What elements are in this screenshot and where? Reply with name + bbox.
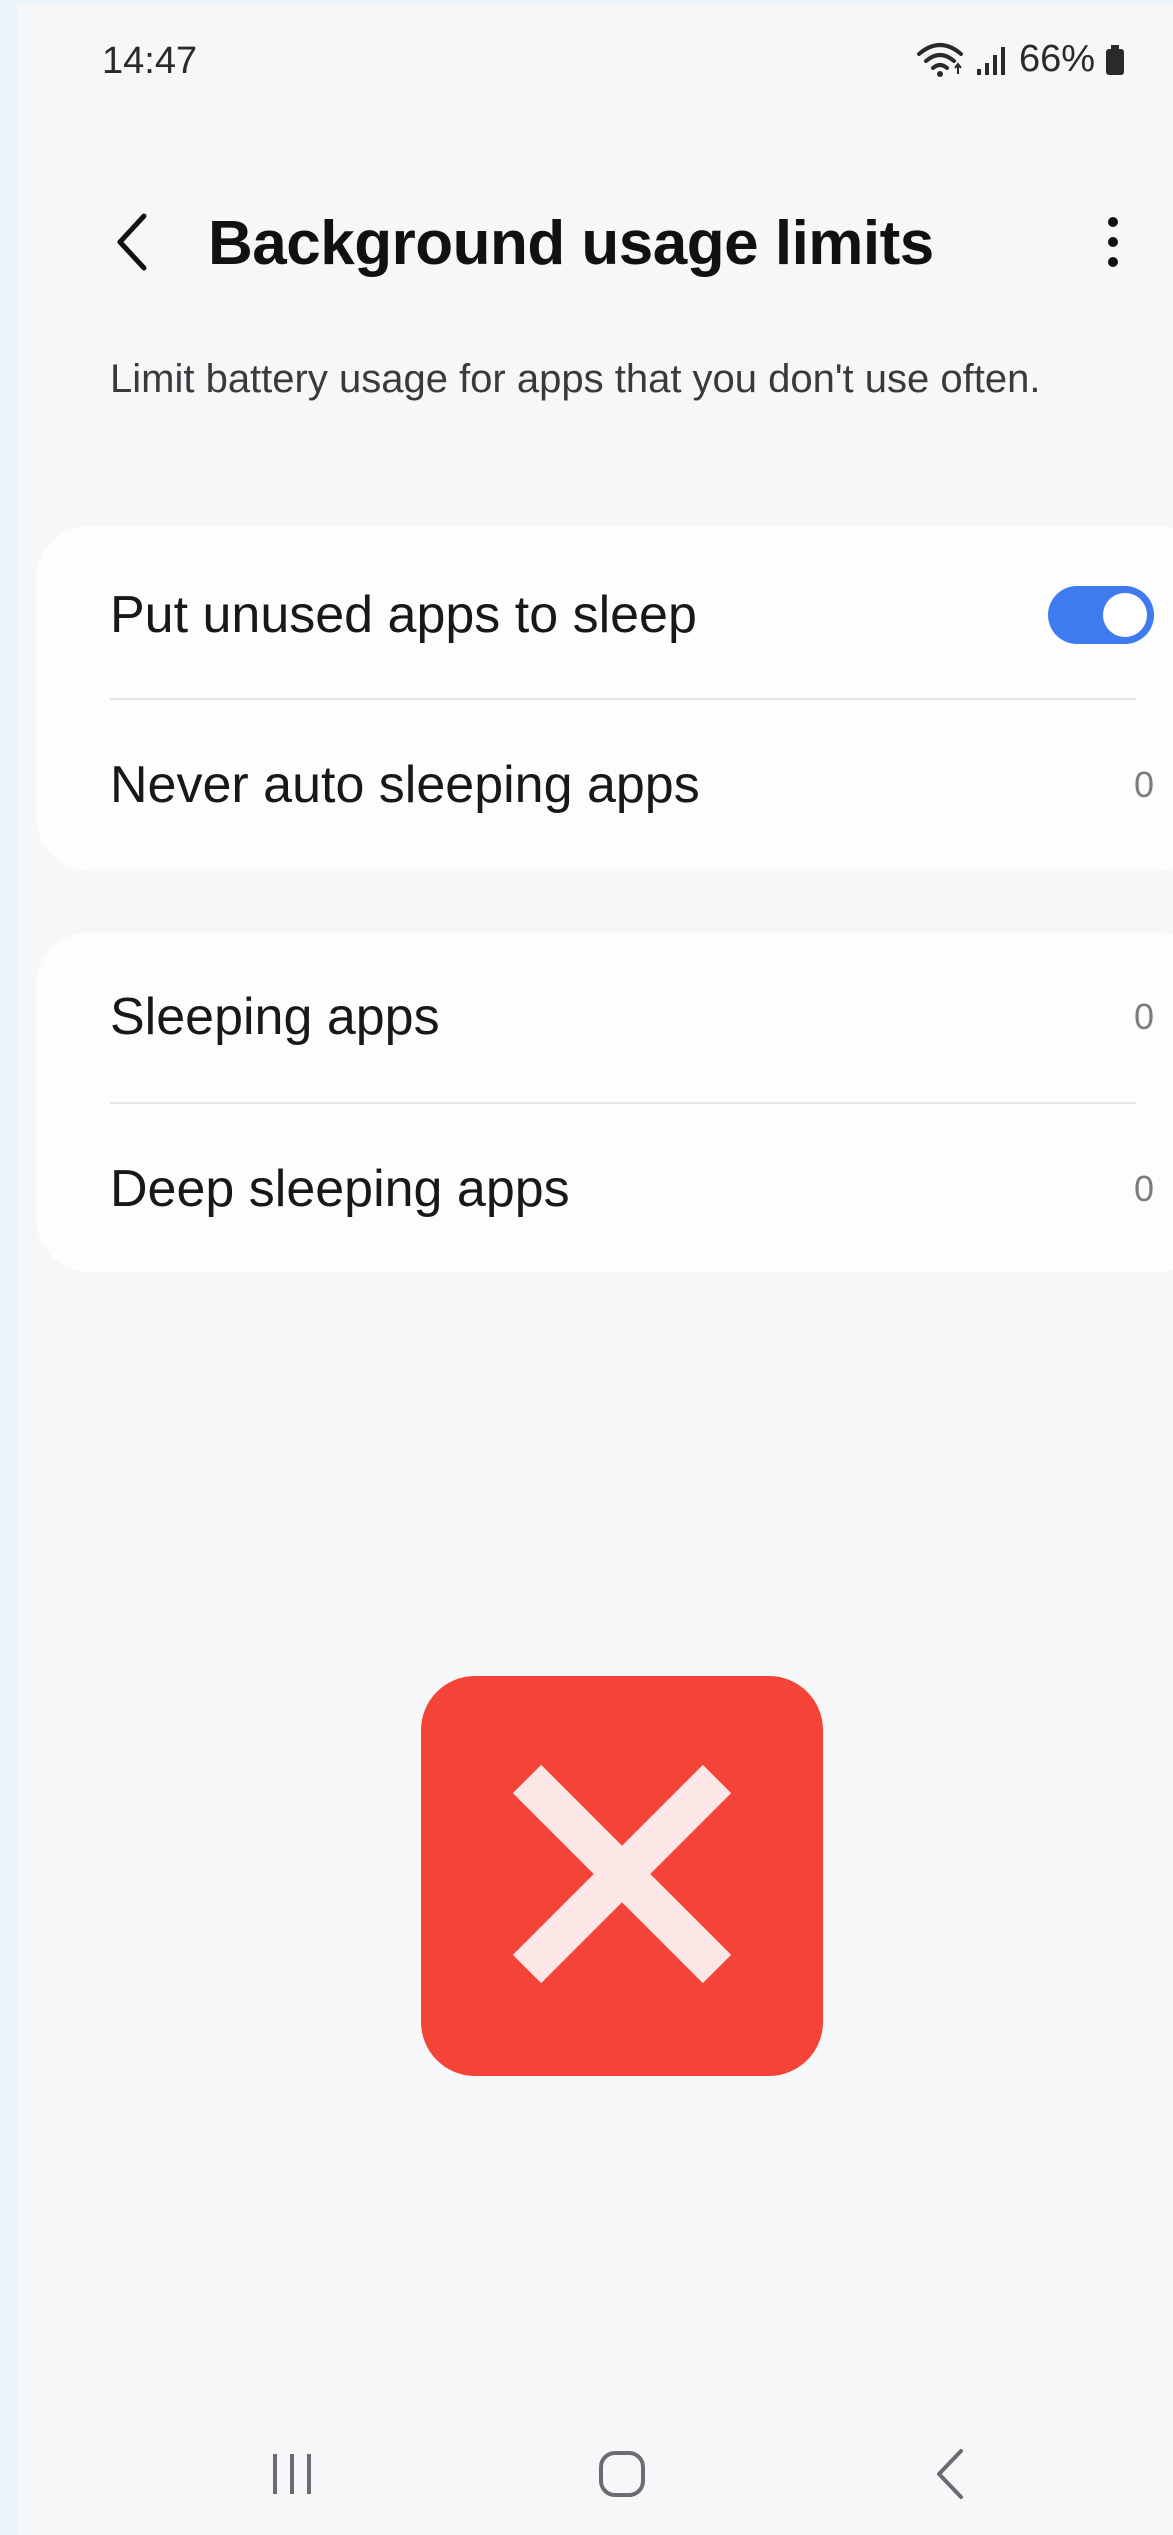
row-label: Put unused apps to sleep bbox=[110, 586, 697, 644]
back-icon bbox=[935, 2448, 965, 2505]
back-button[interactable] bbox=[104, 204, 160, 284]
battery-icon bbox=[1105, 44, 1125, 75]
settings-card-sleeping: Sleeping apps 0 Deep sleeping apps 0 bbox=[36, 932, 1173, 1272]
home-button[interactable] bbox=[562, 2436, 682, 2516]
row-count: 0 bbox=[1133, 764, 1154, 805]
row-label: Sleeping apps bbox=[110, 988, 440, 1046]
never-auto-sleeping-apps-row[interactable]: Never auto sleeping apps 0 bbox=[110, 700, 1154, 870]
page-description: Limit battery usage for apps that you do… bbox=[110, 357, 1041, 401]
error-badge bbox=[421, 1676, 823, 2076]
signal-icon bbox=[975, 45, 1009, 75]
status-time: 14:47 bbox=[102, 40, 198, 82]
more-vertical-icon bbox=[1107, 216, 1119, 273]
page-title: Background usage limits bbox=[208, 209, 934, 278]
toggle-knob bbox=[1103, 593, 1147, 637]
battery-percent: 66% bbox=[1018, 38, 1095, 80]
screen: 14:47 66% Background usage limits Limit … bbox=[0, 0, 1173, 2535]
row-count: 0 bbox=[1133, 996, 1154, 1037]
home-icon bbox=[598, 2450, 646, 2503]
close-x-icon bbox=[507, 1759, 737, 1994]
wifi-icon bbox=[915, 42, 965, 78]
row-count: 0 bbox=[1133, 1168, 1154, 1209]
row-label: Deep sleeping apps bbox=[110, 1160, 570, 1218]
recents-icon bbox=[267, 2452, 317, 2501]
chevron-left-icon bbox=[114, 212, 150, 277]
put-unused-apps-to-sleep-row[interactable]: Put unused apps to sleep bbox=[110, 530, 1154, 700]
deep-sleeping-apps-row[interactable]: Deep sleeping apps 0 bbox=[110, 1104, 1154, 1274]
nav-back-button[interactable] bbox=[890, 2436, 1010, 2516]
status-icons: 66% bbox=[915, 38, 1125, 81]
row-label: Never auto sleeping apps bbox=[110, 756, 700, 814]
settings-card-sleep: Put unused apps to sleep Never auto slee… bbox=[36, 526, 1173, 871]
recents-button[interactable] bbox=[232, 2436, 352, 2516]
sleeping-apps-row[interactable]: Sleeping apps 0 bbox=[110, 932, 1154, 1102]
put-unused-apps-to-sleep-toggle[interactable] bbox=[1048, 586, 1154, 644]
more-options-button[interactable] bbox=[1088, 209, 1138, 279]
